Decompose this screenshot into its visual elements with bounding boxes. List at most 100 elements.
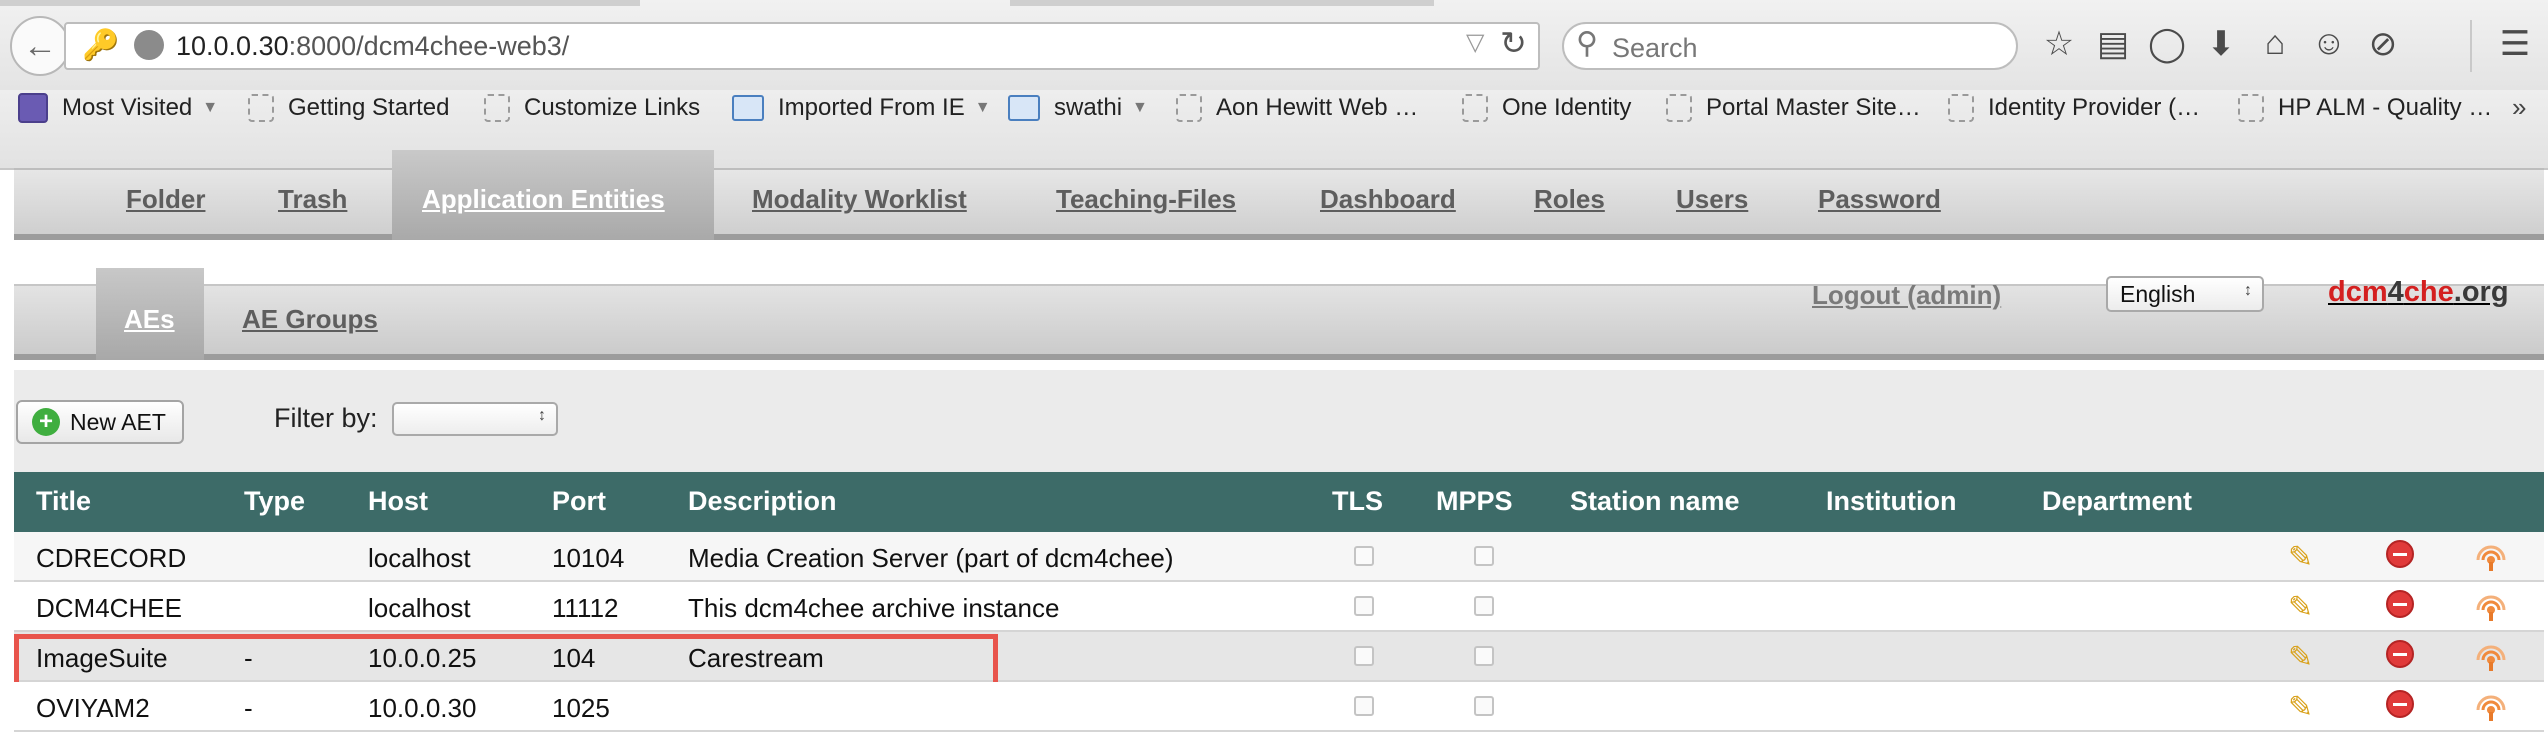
mpps-checkbox xyxy=(1474,646,1494,666)
cell-title: DCM4CHEE xyxy=(36,593,182,623)
tab-roles[interactable]: Roles xyxy=(1534,184,1605,215)
tab-modality-worklist[interactable]: Modality Worklist xyxy=(752,184,967,215)
chat-icon[interactable]: ☺ xyxy=(2308,24,2350,63)
url-dropdown-icon[interactable]: ▽ xyxy=(1466,28,1484,57)
delete-icon[interactable] xyxy=(2386,540,2414,568)
column-header-host[interactable]: Host xyxy=(368,486,428,517)
search-placeholder: Search xyxy=(1612,33,1698,63)
bookmark-imported-from-ie[interactable]: Imported From IE ▼ xyxy=(732,88,991,128)
most-visited-icon xyxy=(18,93,48,123)
bookmark-hp-alm[interactable]: HP ALM - Quality … xyxy=(2238,88,2492,128)
pocket-icon[interactable]: ◯ xyxy=(2146,24,2188,64)
delete-icon[interactable] xyxy=(2386,590,2414,618)
language-value: English xyxy=(2120,281,2196,307)
column-header-title[interactable]: Title xyxy=(36,486,91,517)
bookmark-label: HP ALM - Quality … xyxy=(2278,94,2493,121)
tab-teaching-files[interactable]: Teaching-Files xyxy=(1056,184,1236,215)
bookmark-label: Getting Started xyxy=(288,94,450,121)
cell-port: 1025 xyxy=(552,693,610,723)
cell-host: localhost xyxy=(368,543,471,573)
cell-title: CDRECORD xyxy=(36,543,187,573)
echo-icon[interactable] xyxy=(2474,688,2508,722)
echo-icon[interactable] xyxy=(2474,638,2508,672)
bookmark-customize-links[interactable]: Customize Links xyxy=(484,88,700,128)
edit-pencil-icon[interactable]: ✎ xyxy=(2288,590,2313,625)
column-header-tls[interactable]: TLS xyxy=(1332,486,1383,517)
reading-list-icon[interactable]: ▤ xyxy=(2092,24,2134,64)
brand-part: che xyxy=(2403,276,2454,308)
tab-users[interactable]: Users xyxy=(1676,184,1748,215)
url-host: 10.0.0.30 xyxy=(176,31,289,61)
delete-icon[interactable] xyxy=(2386,690,2414,718)
tab-trash[interactable]: Trash xyxy=(278,184,347,215)
back-arrow-icon[interactable]: ← xyxy=(10,16,70,76)
tab-aes[interactable]: AEs xyxy=(124,304,175,335)
bookmark-label: Portal Master Site… xyxy=(1706,94,1921,121)
page-icon xyxy=(2238,94,2264,122)
home-icon[interactable]: ⌂ xyxy=(2254,24,2296,63)
tab-application-entities[interactable]: Application Entities xyxy=(422,184,665,215)
bookmark-getting-started[interactable]: Getting Started xyxy=(248,88,449,128)
downloads-icon[interactable]: ⬇ xyxy=(2200,24,2242,64)
bookmark-label: Aon Hewitt Web … xyxy=(1216,94,1419,121)
page-icon xyxy=(1666,94,1692,122)
column-header-mpps[interactable]: MPPS xyxy=(1436,486,1513,517)
bookmark-star-icon[interactable]: ☆ xyxy=(2038,24,2080,64)
bookmark-portal-master-site[interactable]: Portal Master Site… xyxy=(1666,88,1921,128)
folder-icon xyxy=(1008,95,1040,121)
tab-folder[interactable]: Folder xyxy=(126,184,205,215)
bookmark-swathi[interactable]: swathi ▼ xyxy=(1008,88,1148,128)
filter-select[interactable]: ↕ xyxy=(392,402,558,436)
edit-pencil-icon[interactable]: ✎ xyxy=(2288,540,2313,575)
tab-dashboard[interactable]: Dashboard xyxy=(1320,184,1456,215)
plus-icon: + xyxy=(32,408,60,436)
bookmark-one-identity[interactable]: One Identity xyxy=(1462,88,1631,128)
bookmark-label: One Identity xyxy=(1502,94,1632,121)
page-icon xyxy=(1462,94,1488,122)
brand-logo-link[interactable]: dcm4che.org xyxy=(2328,276,2509,309)
reload-icon[interactable]: ↻ xyxy=(1500,24,1527,62)
column-header-type[interactable]: Type xyxy=(244,486,305,517)
column-header-department[interactable]: Department xyxy=(2042,486,2192,517)
mpps-checkbox xyxy=(1474,546,1494,566)
tls-checkbox xyxy=(1354,646,1374,666)
edit-pencil-icon[interactable]: ✎ xyxy=(2288,690,2313,725)
column-header-description[interactable]: Description xyxy=(688,486,837,517)
chevron-down-icon: ▼ xyxy=(202,99,219,116)
column-header-station-name[interactable]: Station name xyxy=(1570,486,1740,517)
tab-password[interactable]: Password xyxy=(1818,184,1941,215)
chevron-down-icon: ▼ xyxy=(1132,99,1148,116)
no-tracking-icon[interactable]: ⊘ xyxy=(2362,24,2404,64)
edit-pencil-icon[interactable]: ✎ xyxy=(2288,640,2313,675)
column-header-port[interactable]: Port xyxy=(552,486,606,517)
search-icon: ⚲ xyxy=(1576,27,1598,60)
cell-type: - xyxy=(244,693,253,723)
delete-icon[interactable] xyxy=(2386,640,2414,668)
hamburger-menu-icon[interactable]: ☰ xyxy=(2494,24,2536,64)
more-bookmarks-icon[interactable]: » xyxy=(2512,92,2526,123)
language-select[interactable]: English ↕ xyxy=(2106,276,2264,312)
cell-description: This dcm4chee archive instance xyxy=(688,593,1060,623)
brand-part: 4 xyxy=(2387,276,2404,308)
url-text[interactable]: 10.0.0.30:8000/dcm4chee-web3/ xyxy=(176,31,569,62)
page-icon xyxy=(248,94,274,122)
toolbar-separator xyxy=(2470,20,2472,72)
bookmark-most-visited[interactable]: Most Visited ▼ xyxy=(18,88,218,128)
cell-port: 11112 xyxy=(552,593,619,623)
tab-strip-edge xyxy=(0,0,640,6)
bookmark-identity-provider[interactable]: Identity Provider (… xyxy=(1948,88,2200,128)
cell-port: 10104 xyxy=(552,543,625,573)
globe-icon xyxy=(134,30,164,60)
page-icon xyxy=(1948,94,1974,122)
column-header-institution[interactable]: Institution xyxy=(1826,486,1956,517)
echo-icon[interactable] xyxy=(2474,588,2508,622)
new-aet-button[interactable]: + New AET xyxy=(16,400,184,444)
bookmark-aon-hewitt[interactable]: Aon Hewitt Web … xyxy=(1176,88,1418,128)
logout-link[interactable]: Logout (admin) xyxy=(1812,280,2001,311)
tab-ae-groups[interactable]: AE Groups xyxy=(242,304,378,335)
cell-description: Media Creation Server (part of dcm4chee) xyxy=(688,543,1174,573)
tab-strip-edge xyxy=(1010,0,1434,6)
cell-title: OVIYAM2 xyxy=(36,693,150,723)
select-arrows-icon: ↕ xyxy=(2244,282,2252,299)
echo-icon[interactable] xyxy=(2474,538,2508,572)
